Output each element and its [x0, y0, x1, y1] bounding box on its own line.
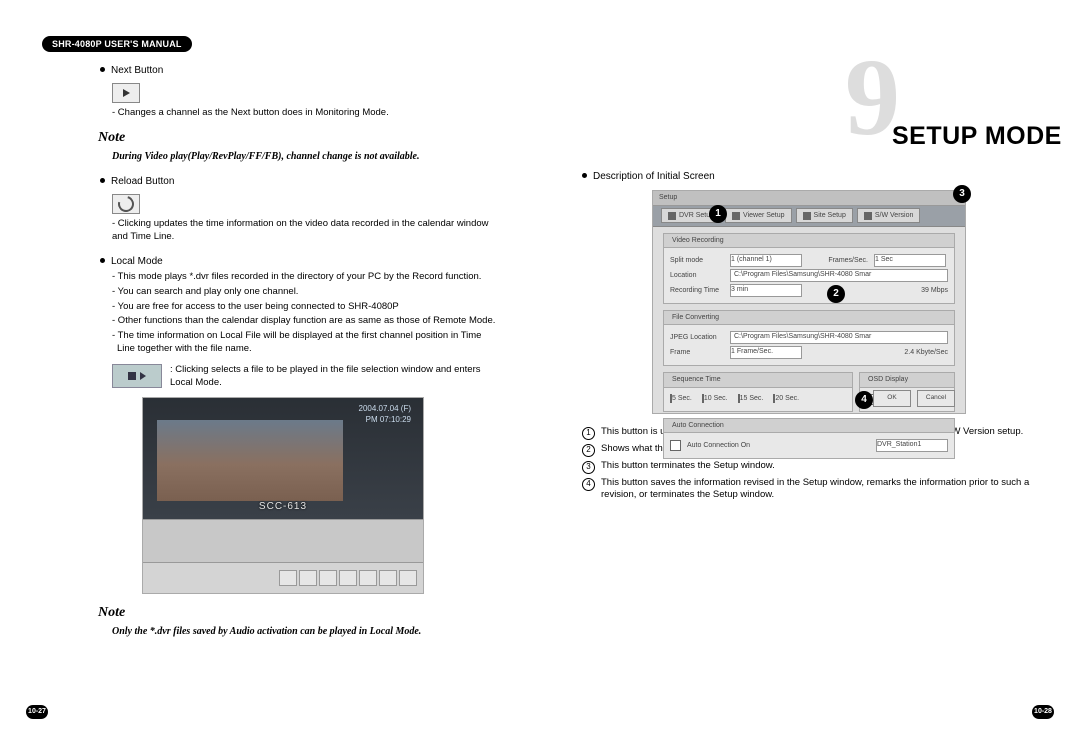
reload-button-icon: [112, 194, 140, 214]
video-location-input[interactable]: C:\Program Files\Samsung\SHR-4080 Smar: [730, 269, 948, 282]
tab-icon: [732, 212, 740, 220]
local-mode-heading: Local Mode: [100, 255, 498, 269]
list-num-icon: 1: [582, 427, 595, 440]
note1-heading: Note: [98, 129, 498, 148]
callout-3: 3: [953, 185, 971, 203]
local-item: - The time information on Local File wil…: [112, 330, 498, 356]
cancel-button[interactable]: Cancel: [917, 390, 955, 407]
manual-spread: SHR-4080P USER'S MANUAL Next Button - Ch…: [0, 0, 1080, 739]
setup-screenshot: Setup DVR Setup Viewer Setup Site Setup …: [652, 190, 966, 414]
next-button-heading: Next Button: [100, 64, 498, 78]
local-item: - This mode plays *.dvr files recorded i…: [112, 271, 498, 284]
next-button-desc: - Changes a channel as the Next button d…: [112, 107, 498, 120]
next-button-icon: [112, 83, 140, 103]
screenshot-timeline: [143, 519, 423, 562]
local-mode-list: - This mode plays *.dvr files recorded i…: [112, 271, 498, 356]
next-button-label: Next Button: [111, 64, 163, 78]
chapter-title: SETUP MODE: [892, 120, 1062, 154]
frame-input[interactable]: 1 Frame/Sec.: [730, 346, 802, 359]
reload-button-desc: - Clicking updates the time information …: [112, 218, 498, 244]
local-mode-thumb-text: : Clicking selects a file to be played i…: [170, 364, 498, 390]
auto-cam-input[interactable]: DVR_Station1: [876, 439, 948, 452]
manual-header: SHR-4080P USER'S MANUAL: [42, 36, 192, 52]
bullet-icon: [100, 258, 105, 263]
ok-button[interactable]: OK: [873, 390, 911, 407]
initial-screen-label: Description of Initial Screen: [593, 170, 715, 184]
checkbox-icon[interactable]: [670, 440, 681, 451]
initial-screen-heading: Description of Initial Screen: [582, 170, 1038, 184]
local-mode-thumbnail-icon: [112, 364, 162, 388]
camera-label: SCC-613: [259, 500, 307, 514]
local-item: - Other functions than the calendar disp…: [112, 315, 498, 328]
right-page: 9 SETUP MODE Description of Initial Scre…: [540, 0, 1080, 739]
file-location-input[interactable]: C:\Program Files\Samsung\SHR-4080 Smar: [730, 331, 948, 344]
screenshot-video-area: [157, 420, 343, 501]
tab-site-setup[interactable]: Site Setup: [796, 208, 853, 223]
panel-file-converting: File Converting JPEG LocationC:\Program …: [663, 310, 955, 366]
screenshot-date: 2004.07.04 (F): [359, 404, 411, 415]
bullet-icon: [100, 67, 105, 72]
list-num-icon: 4: [582, 478, 595, 491]
tab-icon: [864, 212, 872, 220]
panel-auto-connection: Auto Connection Auto Connection OnDVR_St…: [663, 418, 955, 459]
panel-video-recording: Video Recording Split mode1 (channel 1)F…: [663, 233, 955, 304]
page-number-left: 10-27: [26, 705, 48, 719]
screenshot-time: PM 07:10:29: [359, 415, 411, 426]
tab-viewer-setup[interactable]: Viewer Setup: [725, 208, 792, 223]
tab-icon: [668, 212, 676, 220]
reload-button-heading: Reload Button: [100, 175, 498, 189]
local-mode-screenshot: 2004.07.04 (F) PM 07:10:29 SCC-613: [142, 397, 424, 594]
fps-input[interactable]: 1 Sec: [874, 254, 946, 267]
split-mode-input[interactable]: 1 (channel 1): [730, 254, 802, 267]
callout-1: 1: [709, 205, 727, 223]
note1-body: During Video play(Play/RevPlay/FF/FB), c…: [112, 150, 498, 163]
left-page: SHR-4080P USER'S MANUAL Next Button - Ch…: [0, 0, 540, 739]
list-item: This button saves the information revise…: [601, 477, 1038, 503]
note2-heading: Note: [98, 604, 498, 623]
panel-sequence-time: Sequence Time 5 Sec. 10 Sec. 15 Sec. 20 …: [663, 372, 853, 411]
screenshot-controls: [143, 562, 423, 593]
bullet-icon: [100, 178, 105, 183]
setup-tabs: DVR Setup Viewer Setup Site Setup S/W Ve…: [653, 206, 965, 227]
arrow-right-icon: [123, 89, 130, 97]
local-mode-thumb-row: : Clicking selects a file to be played i…: [112, 364, 498, 390]
setup-titlebar: Setup: [653, 191, 965, 206]
tab-icon: [803, 212, 811, 220]
local-item: - You are free for access to the user be…: [112, 301, 498, 314]
callout-4: 4: [855, 391, 873, 409]
reload-button-label: Reload Button: [111, 175, 174, 189]
local-item: - You can search and play only one chann…: [112, 286, 498, 299]
tab-sw-version[interactable]: S/W Version: [857, 208, 921, 223]
list-item: This button terminates the Setup window.: [601, 460, 1038, 474]
reload-glyph-icon: [115, 193, 137, 215]
bullet-icon: [582, 173, 587, 178]
list-num-icon: 3: [582, 461, 595, 474]
rec-time-input[interactable]: 3 min: [730, 284, 802, 297]
local-mode-label: Local Mode: [111, 255, 163, 269]
note2-body: Only the *.dvr files saved by Audio acti…: [112, 625, 498, 638]
list-num-icon: 2: [582, 444, 595, 457]
page-number-right: 10-28: [1032, 705, 1054, 719]
callout-2: 2: [827, 285, 845, 303]
